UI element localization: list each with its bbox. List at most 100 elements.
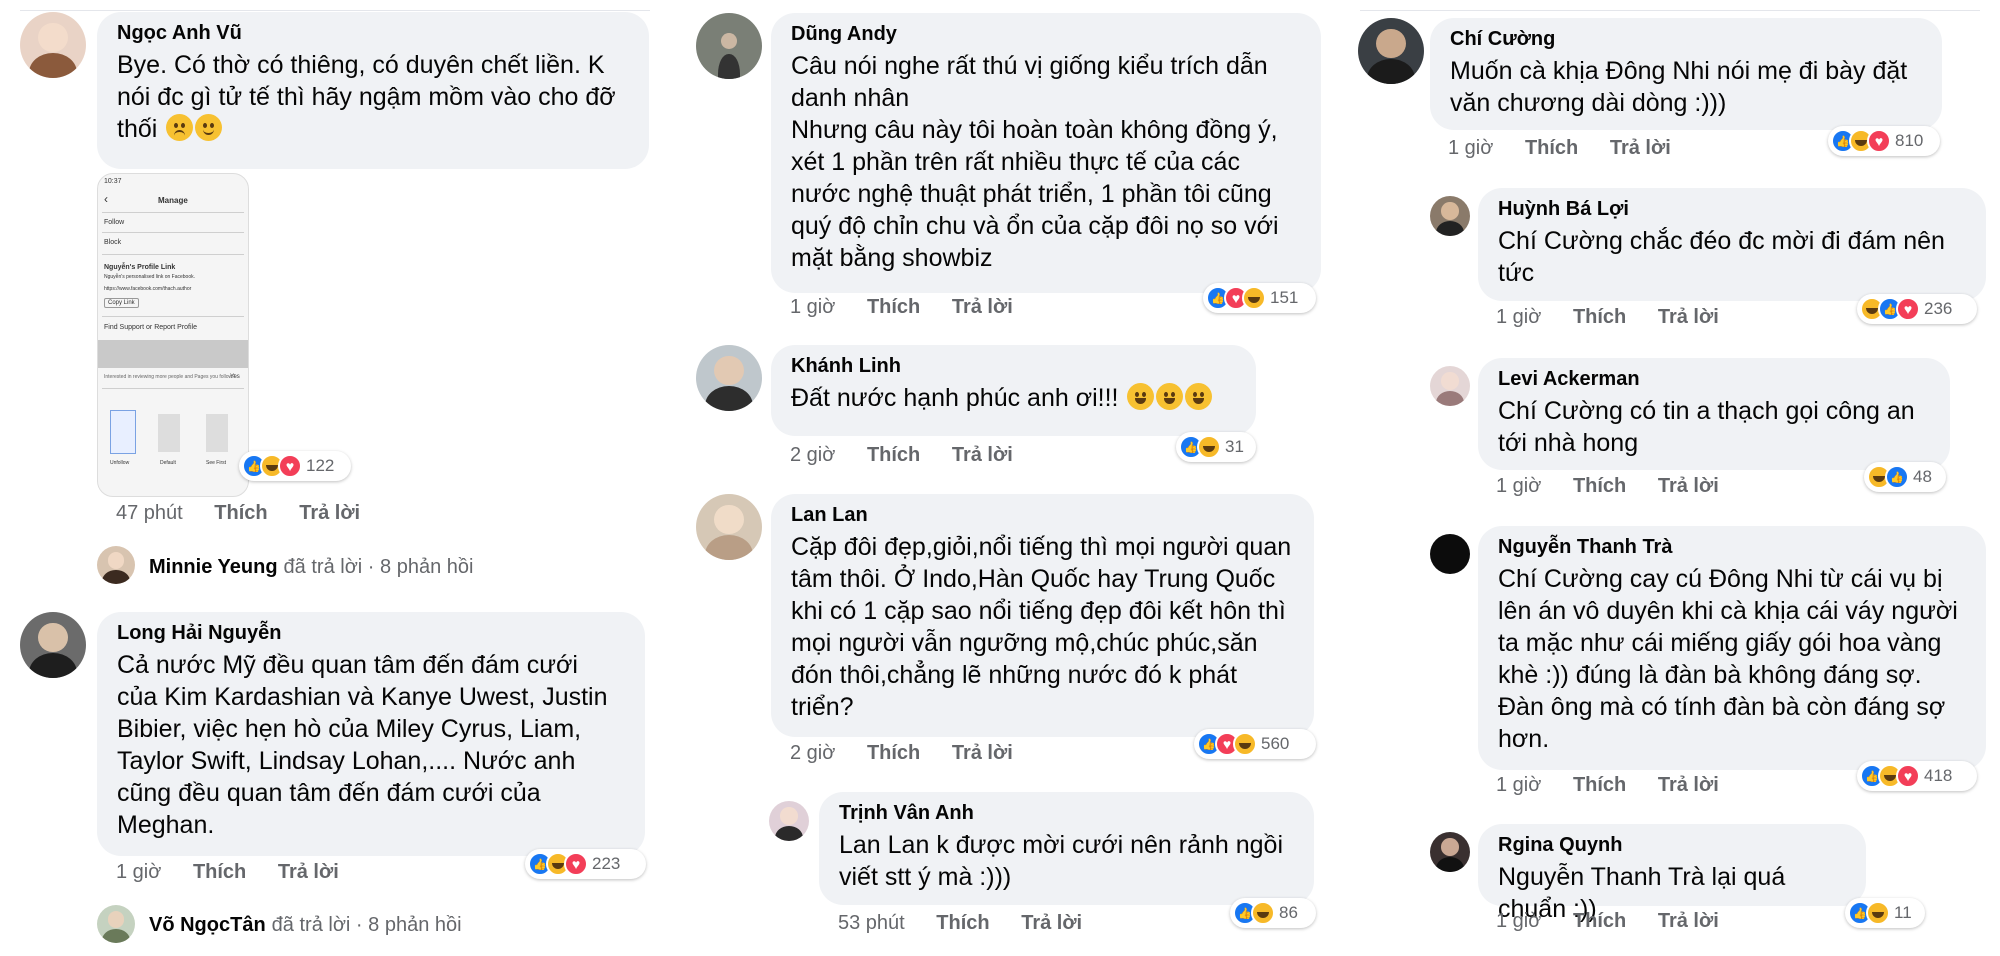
reaction-summary[interactable]: 560 xyxy=(1194,729,1316,759)
like-link[interactable]: Thích xyxy=(867,444,920,467)
avatar[interactable] xyxy=(1430,832,1470,872)
like-link[interactable]: Thích xyxy=(1573,306,1626,329)
reaction-summary[interactable]: 810 xyxy=(1828,126,1940,156)
like-link[interactable]: Thích xyxy=(1573,774,1626,797)
reaction-summary[interactable]: 223 xyxy=(525,849,646,879)
comment-time[interactable]: 47 phút xyxy=(116,502,183,525)
reply-link[interactable]: Trả lời xyxy=(278,861,339,884)
reaction-count: 236 xyxy=(1924,299,1953,318)
love-reaction-icon xyxy=(1867,129,1891,153)
comment-author[interactable]: Long Hải Nguyễn xyxy=(117,622,625,645)
reaction-summary[interactable]: 11 xyxy=(1845,898,1925,928)
reaction-summary[interactable]: 418 xyxy=(1857,761,1977,791)
reply-link[interactable]: Trả lời xyxy=(1658,306,1719,329)
comment-author[interactable]: Huỳnh Bá Lợi xyxy=(1498,198,1966,221)
smile-face-icon xyxy=(195,114,223,141)
reaction-summary[interactable]: 86 xyxy=(1230,898,1316,928)
like-link[interactable]: Thích xyxy=(1573,475,1626,498)
reaction-summary[interactable]: 122 xyxy=(239,451,351,481)
reaction-summary[interactable]: 151 xyxy=(1203,283,1316,313)
love-reaction-icon xyxy=(278,454,302,478)
comment-author[interactable]: Khánh Linh xyxy=(791,355,1236,378)
comment-author[interactable]: Rgina Quynh xyxy=(1498,834,1846,857)
reply-count: đã trả lời · 8 phản hồi xyxy=(283,556,474,578)
reply-link[interactable]: Trả lời xyxy=(299,502,360,525)
avatar[interactable] xyxy=(1430,534,1470,574)
menu-item-support: Find Support or Report Profile xyxy=(104,324,197,331)
status-time: 10:37 xyxy=(104,178,122,185)
comment-time[interactable]: 2 giờ xyxy=(790,444,835,467)
comment-text: Muốn cà khịa Đông Nhi nói mẹ đi bày đặt … xyxy=(1450,57,1915,117)
comment-time[interactable]: 1 giờ xyxy=(116,861,161,884)
haha-reaction-icon xyxy=(1197,435,1221,459)
comment-time[interactable]: 53 phút xyxy=(838,912,905,935)
like-link[interactable]: Thích xyxy=(867,742,920,765)
replies-summary[interactable]: Minnie Yeung đã trả lời · 8 phản hồi xyxy=(149,556,473,579)
comment-bubble: Rgina Quynh Nguyễn Thanh Trà lại quá chu… xyxy=(1478,824,1866,923)
copy-link-button: Copy Link xyxy=(104,298,139,308)
comment-column-1: Ngọc Anh Vũ Bye. Có thờ có thiêng, có du… xyxy=(0,0,670,956)
reply-link[interactable]: Trả lời xyxy=(1658,774,1719,797)
back-chevron-icon[interactable]: ‹ xyxy=(104,192,108,206)
option-preview xyxy=(206,414,228,452)
avatar[interactable] xyxy=(769,801,809,841)
comment-text: Câu nói nghe rất thú vị giống kiểu trích… xyxy=(791,52,1279,272)
avatar[interactable] xyxy=(1358,18,1424,84)
avatar[interactable] xyxy=(696,345,762,411)
comment-bubble: Levi Ackerman Chí Cường có tin a thạch g… xyxy=(1478,358,1950,470)
avatar[interactable] xyxy=(696,494,762,560)
comment-meta: 1 giờ Thích Trả lời xyxy=(1496,774,1745,797)
comment-time[interactable]: 1 giờ xyxy=(1448,137,1493,160)
like-reaction-icon xyxy=(1885,465,1909,489)
reaction-summary[interactable]: 31 xyxy=(1176,432,1256,462)
option-label: See First xyxy=(206,460,227,466)
reply-link[interactable]: Trả lời xyxy=(1610,137,1671,160)
comment-author[interactable]: Chí Cường xyxy=(1450,28,1922,51)
comment-meta: 1 giờ Thích Trả lời xyxy=(1496,910,1745,933)
menu-item-block: Block xyxy=(104,239,122,246)
comment-time[interactable]: 1 giờ xyxy=(1496,774,1541,797)
avatar[interactable] xyxy=(1430,366,1470,406)
comment-time[interactable]: 1 giờ xyxy=(790,296,835,319)
footer-action: Yes xyxy=(230,374,240,380)
comment-meta: 1 giờ Thích Trả lời xyxy=(116,861,365,884)
comment-time[interactable]: 1 giờ xyxy=(1496,910,1541,933)
comment-time[interactable]: 1 giờ xyxy=(1496,306,1541,329)
reply-link[interactable]: Trả lời xyxy=(952,444,1013,467)
avatar[interactable] xyxy=(1430,196,1470,236)
avatar[interactable] xyxy=(20,612,86,678)
like-link[interactable]: Thích xyxy=(936,912,989,935)
screen-title: Manage xyxy=(158,196,188,205)
reaction-summary[interactable]: 48 xyxy=(1864,462,1946,492)
reply-link[interactable]: Trả lời xyxy=(1658,475,1719,498)
comment-author[interactable]: Ngọc Anh Vũ xyxy=(117,22,629,45)
reply-link[interactable]: Trả lời xyxy=(952,296,1013,319)
avatar[interactable] xyxy=(20,12,86,78)
comment-time[interactable]: 2 giờ xyxy=(790,742,835,765)
replies-summary[interactable]: Võ NgọcTân đã trả lời · 8 phản hồi xyxy=(149,914,462,937)
comment-author[interactable]: Nguyễn Thanh Trà xyxy=(1498,536,1966,559)
comment-bubble: Nguyễn Thanh Trà Chí Cường cay cú Đông N… xyxy=(1478,526,1986,770)
avatar[interactable] xyxy=(97,905,135,943)
reply-link[interactable]: Trả lời xyxy=(1658,910,1719,933)
comment-text: Cặp đôi đẹp,giỏi,nổi tiếng thì mọi người… xyxy=(791,533,1299,721)
avatar[interactable] xyxy=(97,546,135,584)
menu-item-follow: Follow xyxy=(104,219,125,226)
comment-author[interactable]: Lan Lan xyxy=(791,504,1294,527)
like-link[interactable]: Thích xyxy=(1573,910,1626,933)
screenshot-attachment[interactable]: 10:37 ‹ Manage Follow Block Nguyễn's Pro… xyxy=(97,173,249,497)
like-link[interactable]: Thích xyxy=(193,861,246,884)
comment-author[interactable]: Levi Ackerman xyxy=(1498,368,1930,391)
comment-author[interactable]: Trịnh Vân Anh xyxy=(839,802,1294,825)
like-link[interactable]: Thích xyxy=(1525,137,1578,160)
option-preview xyxy=(158,414,180,452)
like-link[interactable]: Thích xyxy=(867,296,920,319)
reply-link[interactable]: Trả lời xyxy=(1021,912,1082,935)
comment-author[interactable]: Dũng Andy xyxy=(791,23,1301,46)
like-link[interactable]: Thích xyxy=(214,502,267,525)
comment-time[interactable]: 1 giờ xyxy=(1496,475,1541,498)
profile-link-heading: Nguyễn's Profile Link xyxy=(104,264,176,271)
reply-link[interactable]: Trả lời xyxy=(952,742,1013,765)
reaction-summary[interactable]: 236 xyxy=(1857,294,1977,324)
avatar[interactable] xyxy=(696,13,762,79)
